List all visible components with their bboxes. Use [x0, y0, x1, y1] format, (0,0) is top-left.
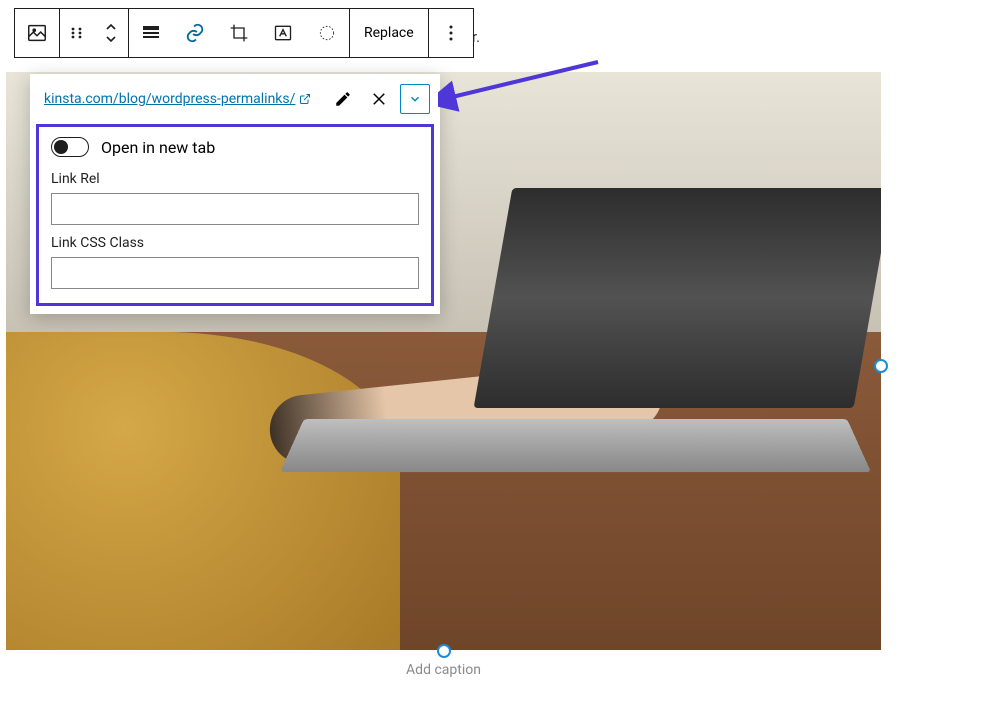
link-css-class-label: Link CSS Class [51, 235, 419, 251]
pencil-icon [334, 90, 352, 108]
text-overlay-icon[interactable] [261, 9, 305, 57]
link-css-class-input[interactable] [51, 257, 419, 289]
resize-handle-bottom[interactable] [437, 644, 451, 658]
replace-button[interactable]: Replace [350, 9, 428, 57]
image-block-icon[interactable] [15, 9, 59, 57]
external-link-icon [299, 93, 311, 105]
toolbar-group-block [15, 9, 60, 57]
resize-handle-right[interactable] [874, 359, 888, 373]
more-options-icon[interactable] [429, 9, 473, 57]
image-caption-input[interactable]: Add caption [6, 662, 881, 678]
move-up-down-icon[interactable] [94, 9, 128, 57]
close-icon [370, 90, 388, 108]
remove-link-button[interactable] [364, 84, 394, 114]
link-url-display[interactable]: kinsta.com/blog/wordpress-permalinks/ [44, 91, 322, 107]
open-new-tab-row: Open in new tab [51, 137, 419, 157]
link-url-text: kinsta.com/blog/wordpress-permalinks/ [44, 91, 295, 107]
drag-handle-icon[interactable] [60, 9, 94, 57]
link-icon[interactable] [173, 9, 217, 57]
edit-link-button[interactable] [328, 84, 358, 114]
link-popover-header: kinsta.com/blog/wordpress-permalinks/ [30, 74, 440, 124]
open-new-tab-toggle[interactable] [51, 137, 89, 157]
align-icon[interactable] [129, 9, 173, 57]
toolbar-group-replace: Replace [350, 9, 429, 57]
link-settings-popover: kinsta.com/blog/wordpress-permalinks/ Op… [30, 74, 440, 314]
chevron-down-icon [408, 92, 422, 106]
link-settings-expand-button[interactable] [400, 84, 430, 114]
toolbar-group-more [429, 9, 473, 57]
crop-icon[interactable] [217, 9, 261, 57]
link-rel-input[interactable] [51, 193, 419, 225]
link-advanced-settings: Open in new tab Link Rel Link CSS Class [36, 124, 434, 306]
toolbar-group-format [129, 9, 350, 57]
toolbar-group-move [60, 9, 129, 57]
link-rel-label: Link Rel [51, 171, 419, 187]
duotone-icon[interactable] [305, 9, 349, 57]
open-new-tab-label: Open in new tab [101, 138, 215, 157]
block-toolbar: Replace [14, 8, 474, 58]
